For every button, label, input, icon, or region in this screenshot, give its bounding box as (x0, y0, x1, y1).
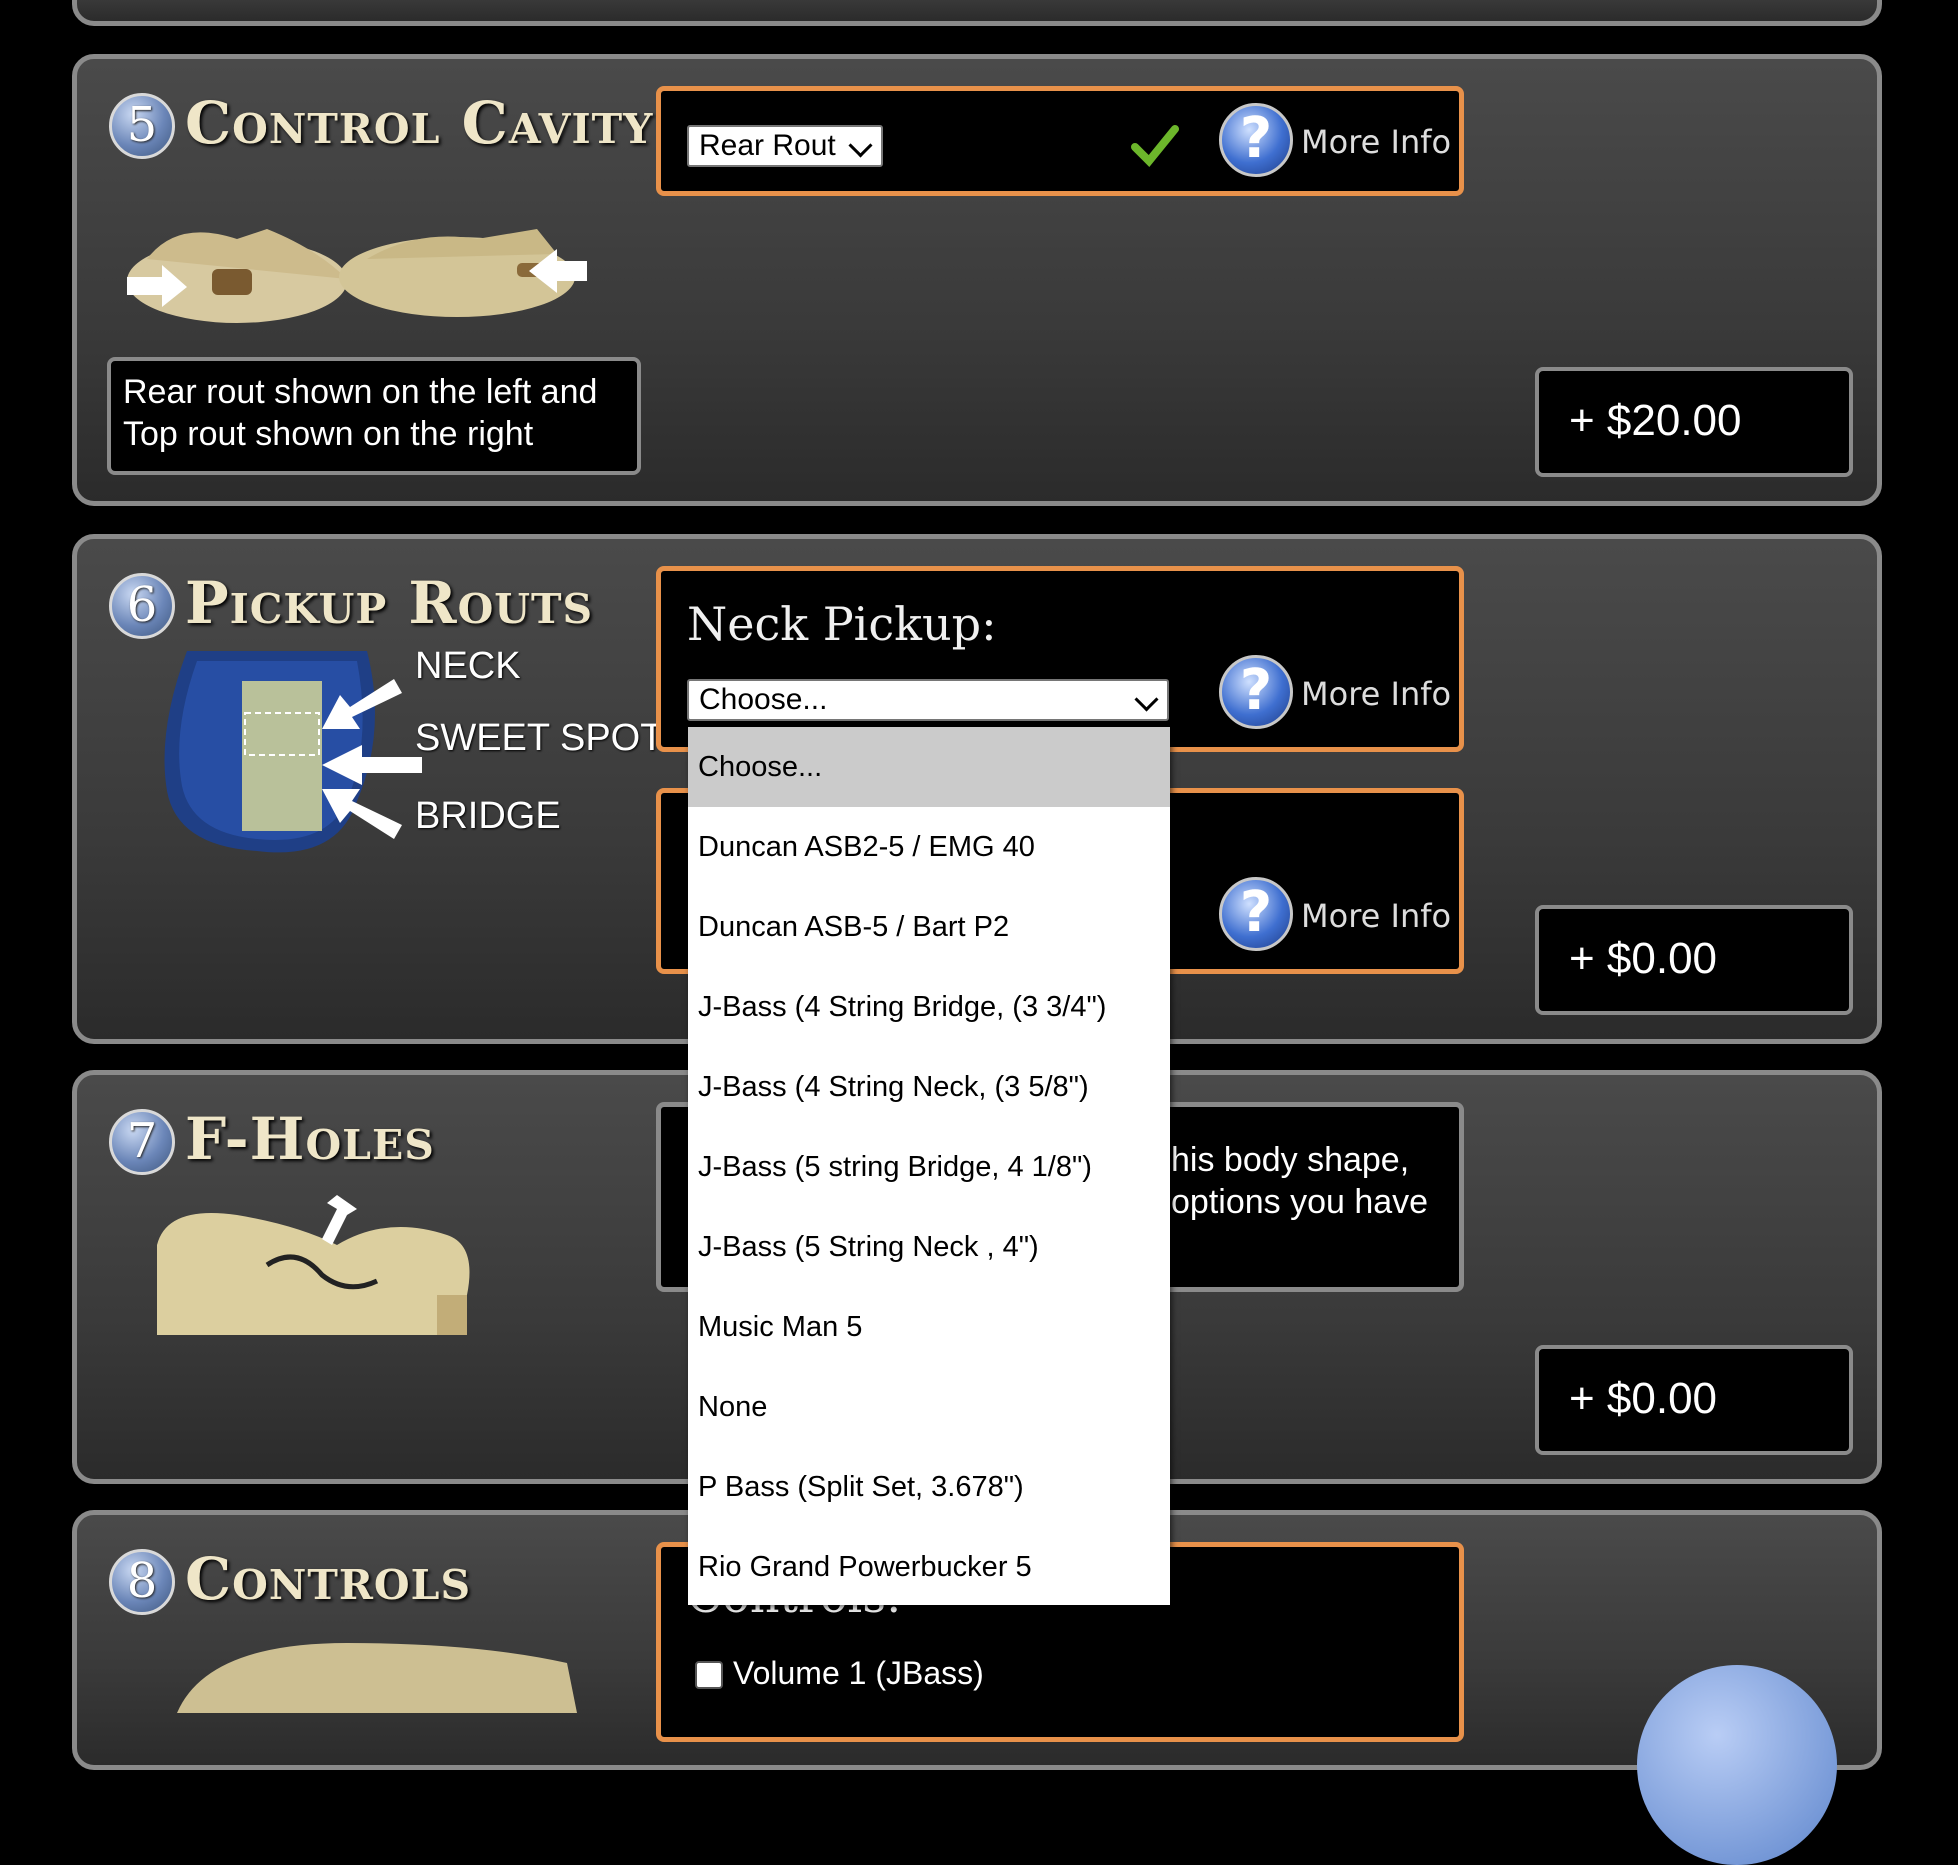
neck-pickup-dropdown-list: Choose... Duncan ASB2-5 / EMG 40 Duncan … (688, 727, 1170, 1605)
select-value: Rear Rout (699, 129, 836, 162)
dropdown-option[interactable]: J-Bass (5 String Neck , 4") (688, 1207, 1170, 1287)
volume-1-label: Volume 1 (JBass) (733, 1655, 984, 1691)
control-cavity-select[interactable]: Rear Rout (687, 125, 883, 167)
previous-section-panel (72, 0, 1882, 26)
section-title: Control Cavity (185, 89, 654, 157)
control-cavity-price: + $20.00 (1535, 367, 1853, 477)
section-number-badge: 8 (109, 1549, 175, 1615)
f-holes-image (157, 1195, 470, 1335)
dropdown-option[interactable]: None (688, 1367, 1170, 1447)
dropdown-option[interactable]: Duncan ASB2-5 / EMG 40 (688, 807, 1170, 887)
chevron-down-icon (848, 133, 873, 158)
select-value: Choose... (699, 683, 828, 716)
help-icon[interactable]: ? (1219, 103, 1293, 177)
decorative-circle (1637, 1665, 1837, 1865)
more-info-link[interactable]: More Info (1301, 897, 1451, 935)
caption-line-1: Rear rout shown on the left and (123, 373, 598, 411)
section-number-badge: 6 (109, 573, 175, 639)
f-holes-text-line-1: his body shape, (1171, 1141, 1410, 1179)
dropdown-option[interactable]: Music Man 5 (688, 1287, 1170, 1367)
dropdown-option[interactable]: J-Bass (4 String Bridge, (3 3/4") (688, 967, 1170, 1047)
control-cavity-option-box: Rear Rout ? More Info (656, 86, 1464, 196)
section-title: F-Holes (185, 1105, 435, 1173)
section-number-badge: 5 (109, 93, 175, 159)
more-info-link[interactable]: More Info (1301, 675, 1451, 713)
help-icon[interactable]: ? (1219, 655, 1293, 729)
neck-pickup-option-box: Neck Pickup: Choose... ? More Info (656, 566, 1464, 752)
more-info-link[interactable]: More Info (1301, 123, 1451, 161)
dropdown-option[interactable]: Choose... (688, 727, 1170, 807)
caption-line-2: Top rout shown on the right (123, 415, 534, 453)
neck-pickup-label: Neck Pickup: (687, 597, 997, 651)
diagram-label-neck: NECK (415, 645, 521, 687)
arrow-icons (322, 679, 422, 839)
dropdown-option[interactable]: Rio Grand Powerbucker 5 (688, 1527, 1170, 1607)
controls-image (177, 1643, 577, 1713)
dropdown-option[interactable]: J-Bass (4 String Neck, (3 5/8") (688, 1047, 1170, 1127)
dropdown-option[interactable]: P Bass (Split Set, 3.678") (688, 1447, 1170, 1527)
pickup-routs-price: + $0.00 (1535, 905, 1853, 1015)
checkmark-icon (1131, 125, 1179, 167)
section-title: Controls (185, 1545, 472, 1613)
dropdown-option[interactable]: J-Bass (5 string Bridge, 4 1/8") (688, 1127, 1170, 1207)
dropdown-option[interactable]: Duncan ASB-5 / Bart P2 (688, 887, 1170, 967)
f-holes-text-line-2: options you have (1171, 1183, 1429, 1221)
control-cavity-caption: Rear rout shown on the left and Top rout… (107, 357, 641, 475)
diagram-label-sweet-spot: SWEET SPOT (415, 717, 664, 759)
diagram-label-bridge: BRIDGE (415, 795, 561, 837)
section-number-badge: 7 (109, 1109, 175, 1175)
f-holes-price: + $0.00 (1535, 1345, 1853, 1455)
control-cavity-image (127, 229, 587, 323)
neck-pickup-select[interactable]: Choose... (687, 679, 1169, 721)
chevron-down-icon (1134, 687, 1159, 712)
section-title: Pickup Routs (185, 569, 594, 637)
volume-1-checkbox[interactable] (695, 1661, 723, 1689)
help-icon[interactable]: ? (1219, 877, 1293, 951)
